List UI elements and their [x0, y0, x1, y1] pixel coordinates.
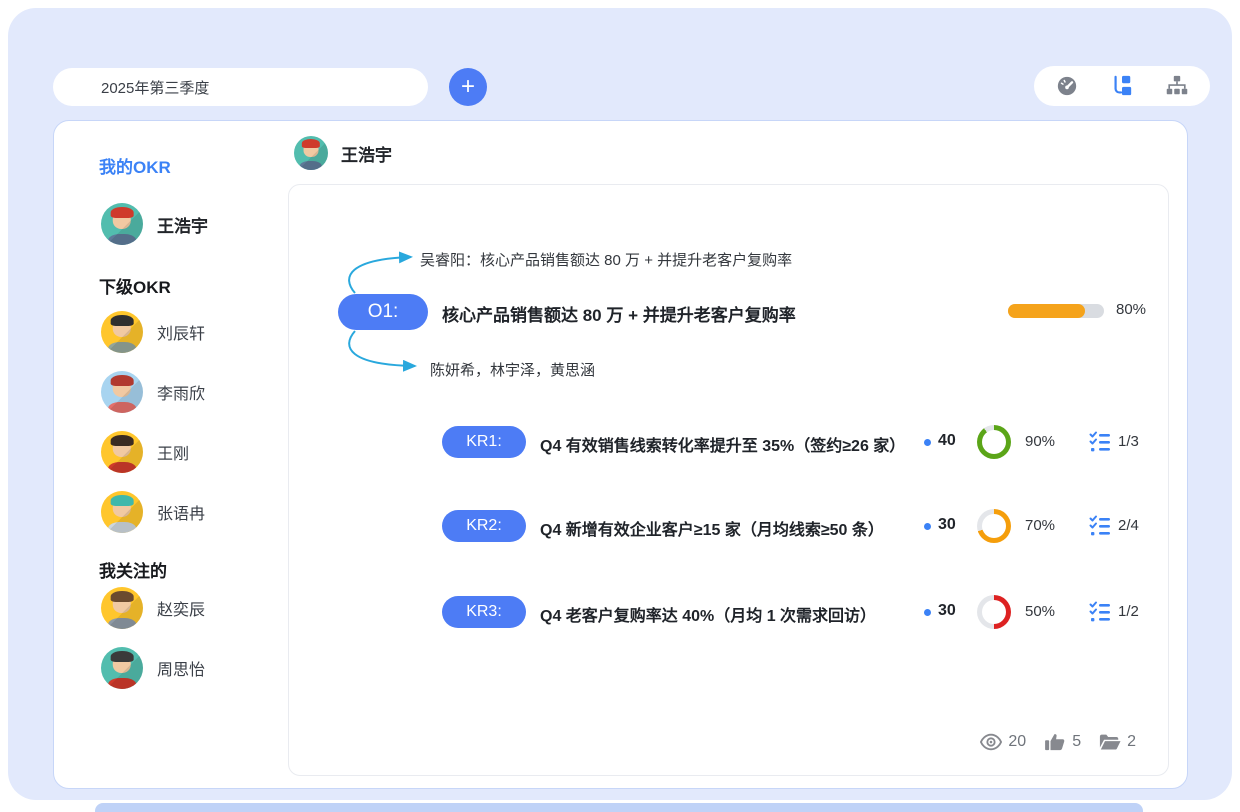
- objective-id-pill[interactable]: O1:: [338, 294, 428, 330]
- avatar: [101, 311, 143, 353]
- sidebar-item-subordinate[interactable]: 刘辰轩: [101, 311, 205, 353]
- tree-view-icon[interactable]: [1111, 75, 1133, 97]
- sidebar-item-following[interactable]: 周思怡: [101, 647, 205, 689]
- task-list-icon[interactable]: [1089, 431, 1111, 453]
- sidebar-subordinates-header: 下级OKR: [99, 273, 171, 298]
- kr-id-pill[interactable]: KR2:: [442, 510, 526, 542]
- likes-count: 5: [1072, 733, 1081, 751]
- user-name: 李雨欣: [157, 380, 205, 404]
- org-chart-icon[interactable]: [1166, 75, 1188, 97]
- folder-icon: [1099, 733, 1121, 751]
- sidebar-my-okr-link[interactable]: 我的OKR: [99, 153, 171, 178]
- avatar: [101, 647, 143, 689]
- user-name: 王浩宇: [157, 212, 208, 237]
- okr-app-canvas: + 我的OKR: [8, 8, 1232, 800]
- folders-stat: 2: [1099, 733, 1136, 751]
- sidebar-item-subordinate[interactable]: 李雨欣: [101, 371, 205, 413]
- kr-progress-label: 70%: [1025, 517, 1055, 534]
- objective-title[interactable]: 核心产品销售额达 80 万 + 并提升老客户复购率: [442, 301, 796, 326]
- kr-progress-label: 50%: [1025, 603, 1055, 620]
- user-name: 赵奕辰: [157, 596, 205, 620]
- user-name: 刘辰轩: [157, 320, 205, 344]
- add-objective-button[interactable]: +: [449, 68, 487, 106]
- kr-weight: 30: [938, 602, 956, 620]
- aligned-parent-objective[interactable]: 吴睿阳：核心产品销售额达 80 万 + 并提升老客户复购率: [420, 249, 792, 270]
- kr-task-count: 1/3: [1118, 433, 1139, 450]
- objective-progress-label: 80%: [1116, 301, 1146, 318]
- weight-dot: [924, 609, 931, 616]
- sidebar-following-header: 我关注的: [99, 557, 167, 582]
- kr-weight: 30: [938, 516, 956, 534]
- kr-task-count: 2/4: [1118, 517, 1139, 534]
- okr-stats: 20 5 2: [980, 733, 1136, 751]
- objective-progress-fill: [1008, 304, 1085, 318]
- thumbs-up-icon[interactable]: [1044, 733, 1066, 751]
- kr-progress-ring: [977, 425, 1011, 459]
- kr-id-pill[interactable]: KR1:: [442, 426, 526, 458]
- objective-progress-bar: [1008, 304, 1104, 318]
- weight-dot: [924, 439, 931, 446]
- sidebar-item-subordinate[interactable]: 王刚: [101, 431, 189, 473]
- avatar: [101, 587, 143, 629]
- user-name: 王刚: [157, 440, 189, 464]
- kr-id-pill[interactable]: KR3:: [442, 596, 526, 628]
- avatar: [101, 431, 143, 473]
- sidebar-item-me[interactable]: 王浩宇: [101, 203, 208, 245]
- gauge-icon[interactable]: [1056, 75, 1078, 97]
- okr-panel: 我的OKR 王浩宇 下级OKR 刘辰轩 李雨欣: [53, 120, 1188, 789]
- eye-icon: [980, 733, 1002, 751]
- avatar: [294, 136, 328, 170]
- sidebar-item-following[interactable]: 赵奕辰: [101, 587, 205, 629]
- avatar: [101, 491, 143, 533]
- sidebar-item-subordinate[interactable]: 张语冉: [101, 491, 205, 533]
- kr-progress-ring: [977, 595, 1011, 629]
- kr-title: Q4 老客户复购率达 40%（月均 1 次需求回访）: [540, 602, 876, 626]
- user-name: 张语冉: [157, 500, 205, 524]
- views-count: 20: [1008, 733, 1026, 751]
- owner-header: 王浩宇: [294, 136, 392, 170]
- kr-title: Q4 有效销售线索转化率提升至 35%（签约≥26 家）: [540, 432, 905, 456]
- kr-task-count: 1/2: [1118, 603, 1139, 620]
- folders-count: 2: [1127, 733, 1136, 751]
- kr-title: Q4 新增有效企业客户≥15 家（月均线索≥50 条）: [540, 516, 884, 540]
- kr-row[interactable]: KR3: Q4 老客户复购率达 40%（月均 1 次需求回访） 30 50% 1…: [289, 596, 1168, 630]
- kr-progress-ring: [977, 509, 1011, 543]
- okr-card: 吴睿阳：核心产品销售额达 80 万 + 并提升老客户复购率 O1: 核心产品销售…: [288, 184, 1169, 776]
- likes-stat: 5: [1044, 733, 1081, 751]
- avatar: [101, 371, 143, 413]
- collaborators-text[interactable]: 陈妍希，林宇泽，黄思涵: [430, 359, 595, 380]
- weight-dot: [924, 523, 931, 530]
- kr-weight: 40: [938, 432, 956, 450]
- view-switcher: [1034, 66, 1210, 106]
- views-stat: 20: [980, 733, 1026, 751]
- task-list-icon[interactable]: [1089, 515, 1111, 537]
- kr-progress-label: 90%: [1025, 433, 1055, 450]
- avatar: [101, 203, 143, 245]
- kr-row[interactable]: KR1: Q4 有效销售线索转化率提升至 35%（签约≥26 家） 40 90%…: [289, 426, 1168, 460]
- task-list-icon[interactable]: [1089, 601, 1111, 623]
- next-section-peek: [95, 803, 1143, 812]
- owner-name: 王浩宇: [341, 141, 392, 166]
- user-name: 周思怡: [157, 656, 205, 680]
- period-input[interactable]: [53, 68, 428, 106]
- kr-row[interactable]: KR2: Q4 新增有效企业客户≥15 家（月均线索≥50 条） 30 70% …: [289, 510, 1168, 544]
